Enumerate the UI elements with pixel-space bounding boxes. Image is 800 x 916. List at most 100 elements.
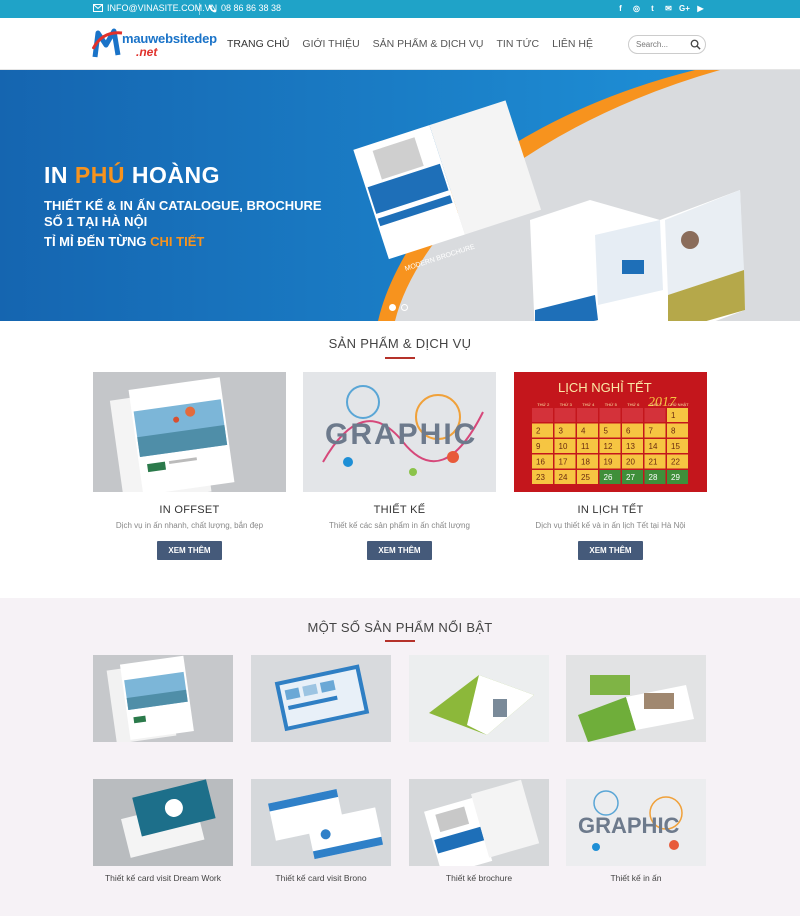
calendar-date: 18 bbox=[581, 458, 590, 467]
product-thumb-7[interactable] bbox=[409, 779, 549, 866]
calendar-date: 23 bbox=[536, 473, 545, 482]
featured-underline bbox=[385, 640, 415, 642]
hero-subtitle: THIẾT KẾ & IN ẤN CATALOGUE, BROCHURE SỐ … bbox=[44, 198, 322, 229]
calendar-cell bbox=[554, 408, 576, 422]
product-label-7[interactable]: Thiết kế brochure bbox=[399, 873, 559, 883]
calendar-date: 12 bbox=[604, 442, 613, 451]
calendar-day-header: THỨ 3 bbox=[560, 402, 573, 407]
services-title: SẢN PHẨM & DỊCH VỤ bbox=[328, 336, 472, 351]
facebook-icon[interactable]: f bbox=[615, 3, 626, 14]
calendar-date: 27 bbox=[626, 473, 635, 482]
featured-title: MỘT SỐ SẢN PHẨM NỔI BẬT bbox=[307, 620, 493, 635]
services-underline bbox=[385, 357, 415, 359]
calendar-date: 21 bbox=[649, 458, 658, 467]
product-thumb-1[interactable] bbox=[93, 655, 233, 742]
main-nav: TRANG CHỦ GIỚI THIỆU SẢN PHẨM & DỊCH VỤ … bbox=[227, 38, 593, 50]
svg-text:GRAPHIC: GRAPHIC bbox=[578, 813, 680, 838]
hero-background: MODERN BROCHURE bbox=[0, 70, 800, 321]
search-placeholder: Search... bbox=[636, 40, 669, 49]
calendar-date: 10 bbox=[559, 442, 568, 451]
product-thumb-6[interactable] bbox=[251, 779, 391, 866]
product-label-5[interactable]: Thiết kế card visit Dream Work bbox=[83, 873, 243, 883]
email-text: INFO@VINASITE.COM.VN bbox=[107, 3, 218, 13]
nav-item-about[interactable]: GIỚI THIỆU bbox=[302, 38, 359, 50]
calendar-date: 11 bbox=[581, 442, 590, 451]
service-desc-calendar: Dịch vụ thiết kế và in ấn lịch Tết tại H… bbox=[535, 521, 686, 530]
calendar-date: 1 bbox=[671, 411, 676, 420]
calendar-date: 6 bbox=[626, 427, 631, 436]
calendar-day-header: THỨ 2 bbox=[537, 402, 550, 407]
service-desc-offset: Dịch vụ in ấn nhanh, chất lượng, bắn đẹp bbox=[115, 521, 264, 530]
product-label-6[interactable]: Thiết kế card visit Brono bbox=[241, 873, 401, 883]
nav-item-home[interactable]: TRANG CHỦ bbox=[227, 38, 289, 50]
hero-tagline: TỈ MỈ ĐẾN TỪNG CHI TIẾT bbox=[44, 234, 204, 249]
calendar-day-header: THỨ 7 bbox=[650, 402, 663, 407]
calendar-date: 20 bbox=[626, 458, 635, 467]
hero-title-part1: IN bbox=[44, 162, 68, 188]
calendar-date: 3 bbox=[559, 427, 564, 436]
calendar-cell bbox=[532, 408, 553, 422]
service-image-design[interactable]: GRAPHIC bbox=[303, 372, 496, 492]
product-thumb-2[interactable] bbox=[251, 655, 391, 742]
email-icon[interactable]: ✉ bbox=[663, 3, 674, 14]
calendar-date: 4 bbox=[581, 427, 586, 436]
logo-tld: .net bbox=[136, 45, 158, 59]
hero-title-accent: PHÚ bbox=[74, 162, 125, 188]
calendar-date: 9 bbox=[536, 442, 541, 451]
product-thumb-5[interactable] bbox=[93, 779, 233, 866]
service-button-design[interactable]: XEM THÊM bbox=[367, 541, 432, 560]
service-button-calendar[interactable]: XEM THÊM bbox=[578, 541, 643, 560]
calendar-title: LỊCH NGHỈ TẾT bbox=[558, 380, 652, 395]
calendar-date: 2 bbox=[536, 427, 541, 436]
calendar-date: 16 bbox=[536, 458, 545, 467]
slider-dot-1[interactable] bbox=[389, 304, 396, 311]
calendar-date: 8 bbox=[671, 427, 676, 436]
service-name-offset: IN OFFSET bbox=[159, 504, 220, 516]
hero-title: IN PHÚ HOÀNG bbox=[44, 162, 220, 189]
featured-section: MỘT SỐ SẢN PHẨM NỔI BẬT Thiết kế card vi… bbox=[0, 598, 800, 916]
google-plus-icon[interactable]: G+ bbox=[679, 3, 690, 14]
youtube-icon[interactable]: ▶ bbox=[695, 3, 706, 14]
service-image-offset[interactable] bbox=[93, 372, 286, 492]
twitter-icon[interactable]: t bbox=[647, 3, 658, 14]
service-card-calendar: LỊCH NGHỈ TẾT 2017 THỨ 2 THỨ 3 THỨ 4 THỨ 5T… bbox=[514, 372, 707, 560]
calendar-day-header: THỨ 5 bbox=[605, 402, 618, 407]
product-label-8[interactable]: Thiết kế in ấn bbox=[556, 873, 716, 883]
calendar-date: 17 bbox=[559, 458, 568, 467]
email-icon bbox=[93, 4, 103, 12]
nav-item-news[interactable]: TIN TỨC bbox=[497, 38, 540, 50]
calendar-date: 22 bbox=[671, 458, 680, 467]
slider-dot-2[interactable] bbox=[401, 304, 408, 311]
top-bar: INFO@VINASITE.COM.VN 08 86 86 38 38 f ◎ … bbox=[0, 0, 800, 18]
calendar-date: 25 bbox=[581, 473, 590, 482]
product-thumb-3[interactable] bbox=[409, 655, 549, 742]
service-image-calendar[interactable]: LỊCH NGHỈ TẾT 2017 THỨ 2 THỨ 3 THỨ 4 THỨ 5T… bbox=[514, 372, 707, 492]
nav-item-products[interactable]: SẢN PHẨM & DỊCH VỤ bbox=[373, 38, 484, 50]
calendar-cell bbox=[622, 408, 643, 422]
slider-dots bbox=[389, 304, 408, 311]
search-input[interactable]: Search... bbox=[628, 35, 706, 54]
logo[interactable]: mauwebsitedep .net bbox=[92, 27, 217, 63]
calendar-date: 14 bbox=[649, 442, 658, 451]
service-button-offset[interactable]: XEM THÊM bbox=[157, 541, 222, 560]
hero-title-part2: HOÀNG bbox=[131, 162, 220, 188]
calendar-day-header: CHỦ NHẬT bbox=[668, 402, 689, 407]
calendar-date: 13 bbox=[626, 442, 635, 451]
calendar-date: 5 bbox=[604, 427, 609, 436]
instagram-icon[interactable]: ◎ bbox=[631, 3, 642, 14]
service-card-offset: IN OFFSET Dịch vụ in ấn nhanh, chất lượn… bbox=[93, 372, 286, 560]
calendar-date: 7 bbox=[649, 427, 654, 436]
site-header: mauwebsitedep .net TRANG CHỦ GIỚI THIỆU … bbox=[0, 18, 800, 70]
service-name-calendar: IN LỊCH TẾT bbox=[577, 504, 644, 516]
calendar-cell bbox=[644, 408, 666, 422]
hero-tagline-accent: CHI TIẾT bbox=[150, 234, 205, 249]
search-icon[interactable] bbox=[690, 39, 701, 50]
product-thumb-8[interactable]: GRAPHIC bbox=[566, 779, 706, 866]
product-thumb-4[interactable] bbox=[566, 655, 706, 742]
nav-item-contact[interactable]: LIÊN HỆ bbox=[552, 38, 593, 50]
phone-icon bbox=[208, 3, 217, 13]
logo-brand: mauwebsitedep bbox=[122, 31, 217, 46]
service-card-design: GRAPHIC THIẾT KẾ Thiết kế các sản phẩm i… bbox=[303, 372, 496, 560]
hero-tagline-part1: TỈ MỈ ĐẾN TỪNG bbox=[44, 234, 147, 249]
contact-phone[interactable]: 08 86 86 38 38 bbox=[208, 3, 281, 13]
